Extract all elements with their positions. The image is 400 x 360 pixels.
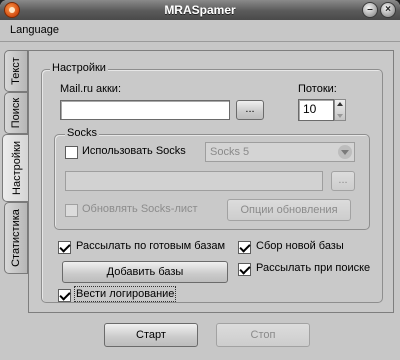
tab-search[interactable]: Поиск	[4, 92, 28, 134]
use-socks-label: Использовать Socks	[82, 145, 186, 157]
start-button[interactable]: Старт	[104, 323, 198, 347]
spin-down-icon[interactable]	[337, 114, 343, 118]
tab-statistics[interactable]: Статистика	[4, 202, 28, 274]
tab-settings-label: Настройки	[10, 141, 23, 195]
menu-language-label: Language	[10, 24, 59, 36]
main-window: MRASpamer – × Language Текст Поиск Настр…	[0, 0, 400, 360]
dropdown-arrow-icon	[338, 145, 352, 159]
vertical-tabs: Текст Поиск Настройки Статистика	[2, 50, 30, 280]
mail-accounts-input[interactable]	[60, 100, 230, 120]
stop-button[interactable]: Стоп	[216, 323, 310, 347]
threads-input[interactable]: 10	[298, 99, 334, 121]
window-title: MRASpamer	[164, 3, 236, 17]
update-socks-list-checkbox[interactable]	[65, 204, 78, 217]
tab-text-label: Текст	[10, 57, 22, 85]
collect-new-base-label: Сбор новой базы	[256, 240, 344, 252]
mail-accounts-label: Mail.ru акки:	[60, 83, 122, 95]
logging-checkbox[interactable]	[58, 289, 71, 302]
title-bar: MRASpamer – ×	[0, 0, 400, 20]
update-options-button[interactable]: Опции обновления	[227, 199, 351, 221]
send-ready-bases-checkbox[interactable]	[58, 241, 71, 254]
close-button[interactable]: ×	[380, 2, 396, 18]
settings-group: Настройки Mail.ru акки: ... Потоки: 10 S…	[41, 62, 383, 303]
send-ready-bases-label: Рассылать по готовым базам	[76, 240, 226, 252]
update-socks-list-label: Обновлять Socks-лист	[82, 203, 198, 215]
socks-group: Socks Использовать Socks Socks 5 ... Обн…	[54, 127, 370, 230]
settings-group-title: Настройки	[50, 62, 108, 74]
logging-label: Вести логирование	[73, 286, 177, 302]
socks-type-select[interactable]: Socks 5	[205, 142, 355, 162]
threads-spinner[interactable]	[334, 99, 346, 121]
spin-up-icon[interactable]	[337, 102, 343, 106]
minimize-button[interactable]: –	[362, 2, 378, 18]
socks-path-input[interactable]	[65, 171, 323, 191]
socks-type-value: Socks 5	[210, 146, 250, 158]
mail-browse-button[interactable]: ...	[236, 100, 264, 120]
use-socks-checkbox[interactable]	[65, 146, 78, 159]
socks-group-title: Socks	[65, 127, 99, 139]
tab-settings[interactable]: Настройки	[2, 134, 30, 202]
collect-new-base-checkbox[interactable]	[238, 241, 251, 254]
tab-statistics-label: Статистика	[10, 209, 22, 267]
add-bases-button[interactable]: Добавить базы	[62, 261, 228, 283]
settings-panel: Настройки Mail.ru акки: ... Потоки: 10 S…	[28, 50, 394, 313]
menu-language[interactable]: Language	[10, 24, 59, 36]
send-on-search-checkbox[interactable]	[238, 263, 251, 276]
menu-bar: Language	[0, 20, 400, 42]
tab-search-label: Поиск	[10, 97, 22, 129]
socks-browse-button[interactable]: ...	[331, 171, 355, 191]
send-on-search-label: Рассылать при поиске	[256, 262, 371, 274]
tab-text[interactable]: Текст	[4, 50, 28, 92]
threads-label: Потоки:	[298, 83, 337, 95]
